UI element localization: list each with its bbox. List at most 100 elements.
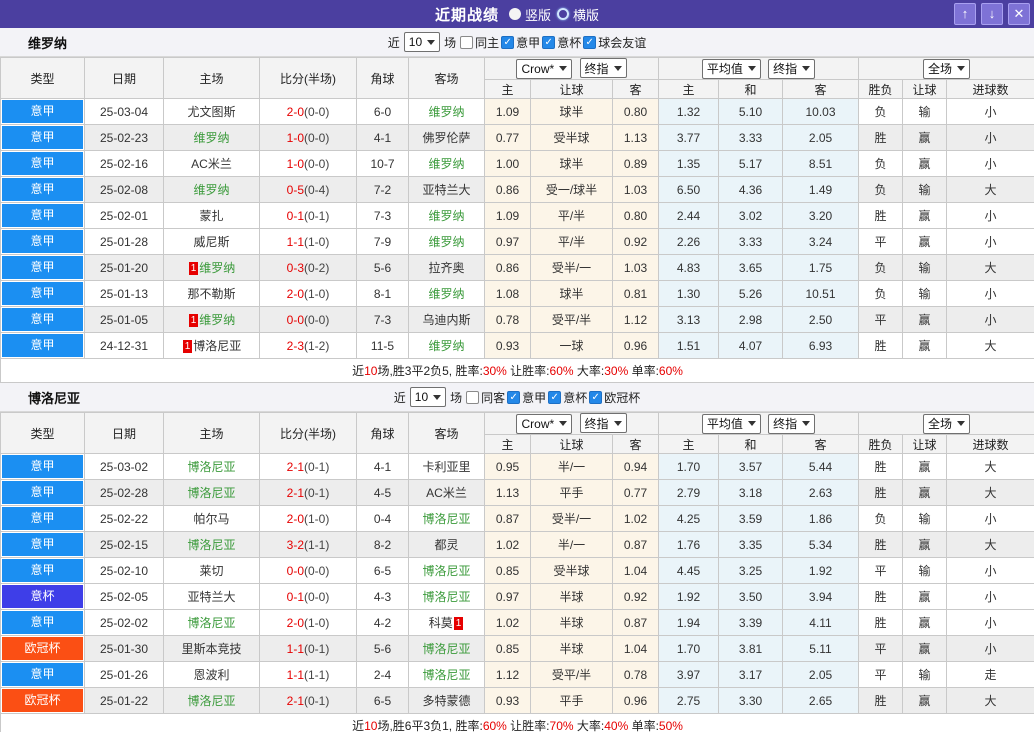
- avg-stage-select[interactable]: 终指: [768, 58, 816, 79]
- score-cell: 0-1(0-1): [259, 202, 357, 229]
- away-team-cell: 佛罗伦萨: [408, 124, 485, 151]
- col-header-away: 客场: [408, 412, 485, 454]
- fulltime-score: 1-1: [286, 641, 304, 656]
- subcol-result: 胜负: [858, 434, 904, 454]
- bookmaker-select[interactable]: Crow*: [516, 413, 573, 434]
- filter-checkbox-同主[interactable]: 同主: [460, 34, 499, 51]
- team-label: 维罗纳: [428, 235, 465, 249]
- away-team-cell: 拉齐奥: [408, 254, 485, 281]
- avg-home-cell: 4.45: [658, 557, 719, 584]
- filter-checkbox-group: 同客 ✓ 意甲 ✓ 意杯 ✓ 欧冠杯: [466, 389, 640, 406]
- fulltime-score: 0-5: [286, 182, 304, 197]
- match-row: 意甲 25-02-02 博洛尼亚 2-0(1-0) 4-2 科莫 1 1.02 半球 0.87 1.…: [0, 609, 1034, 636]
- odds-home-cell: 0.86: [484, 254, 531, 281]
- handicap-line-cell: 一球: [530, 332, 613, 359]
- fulltime-score: 1-1: [286, 234, 304, 249]
- avg-draw-cell: 3.33: [718, 124, 783, 151]
- halftime-score: (0-1): [304, 485, 330, 500]
- team-label: AC米兰: [191, 157, 232, 171]
- odds-stage-select[interactable]: 终指: [579, 413, 627, 434]
- result-cell: 负: [858, 254, 904, 281]
- chevron-down-icon: [747, 421, 756, 426]
- away-team-cell: 博洛尼亚: [408, 583, 485, 610]
- home-team-cell: 1 维罗纳: [163, 306, 260, 333]
- avg-home-cell: 1.51: [658, 332, 719, 359]
- scope-select[interactable]: 全场: [923, 413, 971, 434]
- league-badge: 意甲: [2, 282, 83, 305]
- avg-draw-cell: 3.65: [718, 254, 783, 281]
- match-row: 意甲 25-03-04 尤文图斯 2-0(0-0) 6-0 维罗纳 1.09 球半 0.80 1.…: [0, 98, 1034, 125]
- red-card-badge: 1: [188, 314, 199, 327]
- match-row: 意甲 25-02-28 博洛尼亚 2-1(0-1) 4-5 AC米兰 1.13 平手 0.77 2…: [0, 479, 1034, 506]
- filter-checkbox-意杯[interactable]: ✓ 意杯: [548, 389, 587, 406]
- corner-cell: 6-0: [356, 98, 409, 125]
- result-cell: 胜: [858, 479, 904, 506]
- average-select[interactable]: 平均值: [701, 58, 761, 79]
- handicap-result-cell: 赢: [902, 687, 948, 714]
- score-cell: 2-1(0-1): [259, 453, 357, 480]
- handicap-line-cell: 受平/半: [530, 306, 613, 333]
- handicap-line-cell: 半球: [530, 635, 613, 662]
- move-down-button[interactable]: ↓: [981, 3, 1003, 25]
- recent-count-select[interactable]: 10: [409, 387, 447, 407]
- filter-checkbox-意甲[interactable]: ✓ 意甲: [507, 389, 546, 406]
- red-card-badge: 1: [453, 617, 464, 630]
- team-label: 博洛尼亚: [187, 616, 236, 630]
- home-team-cell: 威尼斯: [163, 228, 260, 255]
- filter-checkbox-同客[interactable]: 同客: [466, 389, 505, 406]
- home-team-cell: 维罗纳: [163, 124, 260, 151]
- filter-checkbox-意杯[interactable]: ✓ 意杯: [542, 34, 581, 51]
- handicap-result-cell: 输: [902, 280, 948, 307]
- league-type-cell: 意甲: [0, 453, 85, 480]
- subcol-avg-draw: 和: [718, 79, 783, 99]
- handicap-line-cell: 球半: [530, 280, 613, 307]
- avg-stage-select[interactable]: 终指: [768, 413, 816, 434]
- layout-radio-option[interactable]: 横版: [557, 5, 599, 24]
- goals-result-cell: 大: [946, 254, 1034, 281]
- odds-away-cell: 0.78: [612, 661, 659, 688]
- close-button[interactable]: ✕: [1008, 3, 1030, 25]
- radio-label: 竖版: [524, 7, 551, 23]
- avg-draw-cell: 4.36: [718, 176, 783, 203]
- result-cell: 胜: [858, 124, 904, 151]
- window-title: 近期战绩: [434, 6, 499, 24]
- home-team-cell: 博洛尼亚: [163, 531, 260, 558]
- layout-radio-selected[interactable]: 竖版: [508, 5, 551, 24]
- subcol-avg-away: 客: [781, 434, 860, 454]
- goals-result-cell: 小: [946, 280, 1034, 307]
- checkbox-label: 同主: [475, 35, 500, 50]
- avg-home-cell: 2.44: [658, 202, 719, 229]
- match-row: 意甲 25-02-10 莱切 0-0(0-0) 6-5 博洛尼亚 0.85 受半球 1.04 4.…: [0, 557, 1034, 584]
- team-label: 那不勒斯: [187, 287, 236, 301]
- recent-count-select[interactable]: 10: [403, 32, 441, 52]
- score-cell: 1-1(1-1): [259, 661, 357, 688]
- odds-home-cell: 1.09: [484, 202, 531, 229]
- team-label: 都灵: [434, 538, 459, 552]
- avg-draw-cell: 4.07: [718, 332, 783, 359]
- away-team-cell: 维罗纳: [408, 150, 485, 177]
- halftime-score: (1-2): [304, 338, 330, 353]
- chevron-down-icon: [957, 66, 966, 71]
- checkbox-label: 球会友谊: [598, 35, 647, 50]
- filter-checkbox-球会友谊[interactable]: ✓ 球会友谊: [583, 34, 646, 51]
- league-badge: 意甲: [2, 126, 83, 149]
- league-badge: 意甲: [2, 559, 83, 582]
- odds-home-cell: 1.08: [484, 280, 531, 307]
- fulltime-score: 2-1: [286, 459, 304, 474]
- goals-result-cell: 大: [946, 453, 1034, 480]
- scope-select[interactable]: 全场: [923, 58, 971, 79]
- goals-result-cell: 大: [946, 479, 1034, 506]
- odds-stage-select[interactable]: 终指: [579, 58, 627, 79]
- handicap-line-cell: 受半球: [530, 557, 613, 584]
- filter-checkbox-欧冠杯[interactable]: ✓ 欧冠杯: [589, 389, 640, 406]
- team-label: 拉齐奥: [428, 261, 465, 275]
- bookmaker-select[interactable]: Crow*: [516, 58, 573, 79]
- average-select[interactable]: 平均值: [701, 413, 761, 434]
- filter-checkbox-意甲[interactable]: ✓ 意甲: [501, 34, 540, 51]
- avg-draw-cell: 3.02: [718, 202, 783, 229]
- halftime-score: (1-0): [304, 511, 330, 526]
- score-cell: 2-1(0-1): [259, 479, 357, 506]
- handicap-line-cell: 半/一: [530, 453, 613, 480]
- league-type-cell: 意甲: [0, 124, 85, 151]
- move-up-button[interactable]: ↑: [954, 3, 976, 25]
